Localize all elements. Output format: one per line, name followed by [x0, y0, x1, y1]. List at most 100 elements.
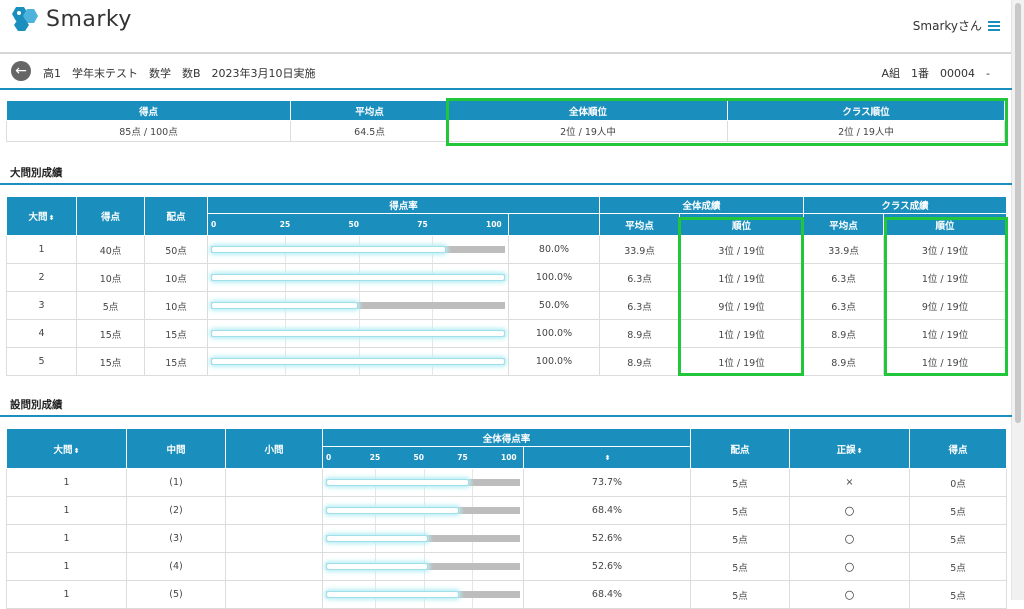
col-header-class: クラス成績: [803, 196, 1008, 214]
major-number: 1: [6, 552, 127, 581]
overall-rank: 1位 / 19位: [679, 319, 805, 348]
mid-question: (4): [126, 552, 226, 581]
sort-icon[interactable]: ⬍: [857, 447, 863, 455]
rate-text: 52.6%: [522, 552, 692, 581]
col-header-allocation: 配点: [144, 196, 208, 236]
sort-icon[interactable]: ⬍: [49, 214, 55, 222]
rate-text-header: [507, 213, 601, 236]
score: 15点: [76, 347, 145, 376]
axis-tick-label: 75: [457, 452, 468, 462]
major-number: 3: [6, 291, 77, 320]
table-row: 1 (2) 68.4% 5点〇 5点: [6, 496, 1008, 525]
class-rank: 3位 / 19位: [883, 235, 1008, 264]
class-rank: 1位 / 19位: [883, 319, 1008, 348]
class-rank: 1位 / 19位: [883, 263, 1008, 292]
scrollbar-thumb[interactable]: [1015, 3, 1021, 423]
axis-tick-label: 50: [413, 452, 424, 462]
rate-sort-header[interactable]: ⬍: [522, 446, 692, 469]
class-average: 6.3点: [803, 263, 885, 292]
overall-average: 8.9点: [599, 347, 681, 376]
user-menu[interactable]: Smarkyさん: [913, 17, 1000, 34]
score: 5点: [76, 291, 145, 320]
rate-axis-ticks: 0 25 50 75 100: [322, 446, 524, 469]
table-row: 1 (5) 68.4% 5点〇 5点: [6, 580, 1008, 609]
major-number: 2: [6, 263, 77, 292]
major-number: 1: [6, 235, 77, 264]
correctness: 〇: [789, 552, 911, 581]
summary-table: 得点 平均点 全体順位 クラス順位 85点 / 100点 64.5点 2位 / …: [6, 100, 1005, 142]
summary-overall-rank: 2位 / 19人中: [448, 120, 728, 142]
student-meta: A組 1番 00004 -: [881, 67, 991, 80]
allocation: 5点: [690, 524, 791, 553]
sort-icon[interactable]: ⬍: [605, 454, 611, 462]
rate-bar-track: [326, 591, 520, 598]
page-scrollbar[interactable]: [1011, 0, 1024, 600]
overall-average: 6.3点: [599, 291, 681, 320]
axis-tick-label: 50: [348, 219, 359, 229]
score: 5点: [909, 580, 1008, 609]
major-number: 1: [6, 496, 127, 525]
rate-bar-cell: [322, 552, 524, 581]
overall-average: 8.9点: [599, 319, 681, 348]
table-row: 1 40点 50点 80.0% 33.9点 3位 / 19位 33.9点 3位 / 19位: [6, 235, 1008, 264]
section-title-major: 大問別成績: [10, 167, 63, 179]
mid-question: (5): [126, 580, 226, 609]
rate-text: 68.4%: [522, 496, 692, 525]
overall-rank: 3位 / 19位: [679, 235, 805, 264]
mid-question: (2): [126, 496, 226, 525]
axis-tick-label: 0: [211, 219, 217, 229]
rate-bar-cell: [207, 291, 509, 320]
overall-rank: 9位 / 19位: [679, 291, 805, 320]
col-header-rate: 得点率: [206, 196, 601, 214]
class-rank: 1位 / 19位: [883, 347, 1008, 376]
rate-bar-fill: [326, 591, 459, 598]
rate-bar-track: [211, 302, 505, 309]
rate-bar-fill: [211, 330, 505, 337]
table-row: 1 (3) 52.6% 5点〇 5点: [6, 524, 1008, 553]
rate-axis: 0 25 50 75 100: [208, 219, 508, 231]
rate-bar-cell: [207, 235, 509, 264]
major-number: 1: [6, 524, 127, 553]
col-header-major[interactable]: 大問⬍: [6, 196, 77, 236]
rate-text: 50.0%: [507, 291, 601, 320]
rate-bar-fill: [326, 563, 429, 570]
col-header-small: 小問: [225, 428, 323, 469]
col-header-major[interactable]: 大問⬍: [6, 428, 127, 469]
class-average: 8.9点: [803, 347, 885, 376]
col-header-score: 得点: [909, 428, 1008, 469]
score: 5点: [909, 496, 1008, 525]
overall-rank: 1位 / 19位: [679, 347, 805, 376]
col-header-overall-avg: 平均点: [599, 213, 681, 236]
class-average: 8.9点: [803, 319, 885, 348]
correctness: 〇: [789, 524, 911, 553]
sort-icon[interactable]: ⬍: [74, 447, 80, 455]
axis-tick-label: 100: [486, 219, 502, 229]
small-question: [225, 552, 323, 581]
summary-header-class-rank: クラス順位: [727, 100, 1005, 121]
rate-bar-track: [211, 274, 505, 281]
correctness: ×: [789, 468, 911, 497]
exam-title: 高1 学年末テスト 数学 数B 2023年3月10日実施: [43, 67, 316, 80]
rate-axis: 0 25 50 75 100: [323, 452, 523, 464]
table-row: 4 15点 15点 100.0% 8.9点 1位 / 19位 8.9点 1位 / 19位: [6, 319, 1008, 348]
col-header-score: 得点: [76, 196, 145, 236]
overall-rank: 1位 / 19位: [679, 263, 805, 292]
section-title-question: 設問別成績: [10, 399, 63, 411]
allocation: 5点: [690, 468, 791, 497]
rate-bar-fill: [326, 479, 469, 486]
correctness: 〇: [789, 496, 911, 525]
small-question: [225, 580, 323, 609]
logo[interactable]: Smarky: [10, 6, 132, 32]
allocation: 5点: [690, 580, 791, 609]
mid-question: (3): [126, 524, 226, 553]
back-arrow-icon[interactable]: ←: [11, 61, 31, 81]
col-header-class-rank: 順位: [883, 213, 1008, 236]
rate-bar-track: [211, 330, 505, 337]
small-question: [225, 524, 323, 553]
col-header-correct[interactable]: 正誤⬍: [789, 428, 911, 469]
rate-bar-track: [326, 563, 520, 570]
rate-bar-cell: [207, 319, 509, 348]
rate-text: 100.0%: [507, 347, 601, 376]
hamburger-menu-icon[interactable]: [988, 19, 1000, 33]
rate-bar-fill: [211, 246, 447, 253]
